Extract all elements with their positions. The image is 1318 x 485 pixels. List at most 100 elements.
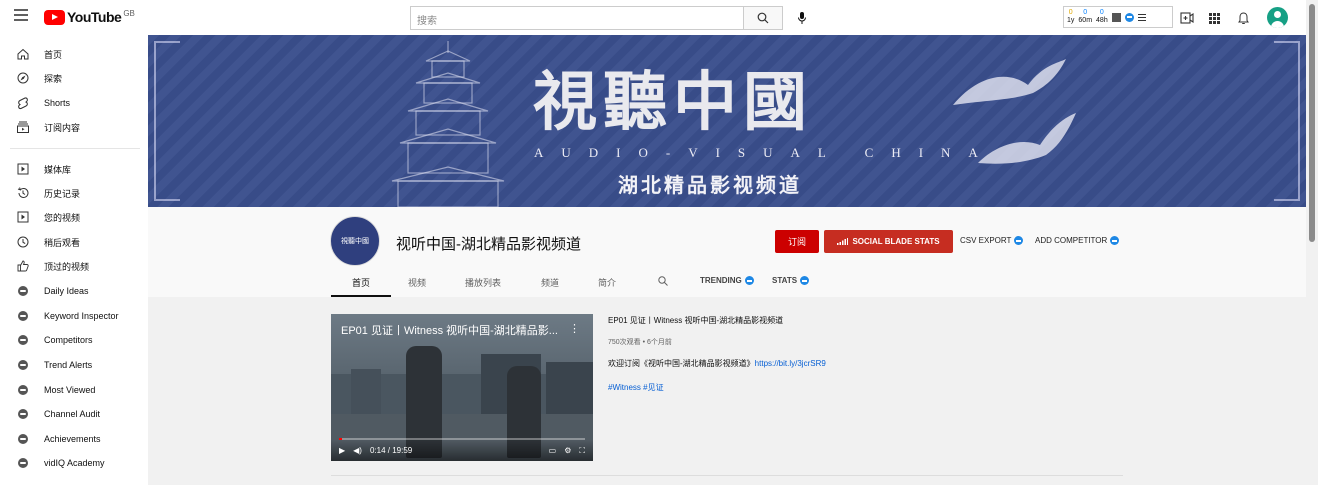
sidebar-item-your-videos[interactable]: 您的视频 [0,205,148,229]
sidebar-item-home[interactable]: 首页 [0,42,148,66]
featured-video-player[interactable]: EP01 见证丨Witness 视听中国-湖北精品影... ⋮ ▶ ◀) 0:1… [331,314,593,461]
video-overlay-title: EP01 见证丨Witness 视听中国-湖北精品影... [341,325,558,337]
vidiq-menu-icon[interactable] [1137,13,1146,21]
search-input[interactable]: 搜索 [410,6,744,30]
vidiq-stat-48h: 0 48h [1096,9,1108,24]
tab-about[interactable]: 简介 [598,276,616,289]
subscriptions-icon [16,120,30,134]
user-avatar[interactable] [1267,7,1288,28]
youtube-play-icon [44,9,65,25]
vidiq-panel-icon[interactable] [1111,12,1121,22]
channel-name: 视听中国-湖北精品影视频道 [396,236,581,253]
search-icon [757,12,769,24]
volume-icon[interactable]: ◀) [353,446,362,455]
sidebar-item-competitors[interactable]: Competitors [0,328,148,352]
vidiq-icon [16,358,30,372]
sidebar-item-trend-alerts[interactable]: Trend Alerts [0,353,148,377]
create-video-icon[interactable] [1177,8,1197,28]
watch-later-icon [16,235,30,249]
sidebar-item-label: 顶过的视频 [44,261,90,272]
top-bar: YouTube GB 搜索 0 1y 0 60m 0 48h [0,0,1318,35]
sidebar-item-library[interactable]: 媒体库 [0,157,148,181]
explore-icon [16,71,30,85]
sidebar-item-label: 探索 [44,73,63,84]
home-icon [16,47,30,61]
library-icon [16,162,30,176]
sidebar-item-label: vidIQ Academy [44,458,105,468]
scrollbar-thumb[interactable] [1309,4,1315,242]
vidiq-stat-1y: 0 1y [1067,9,1075,24]
sidebar-item-shorts[interactable]: Shorts [0,91,148,115]
sidebar-item-watch-later[interactable]: 稍后观看 [0,230,148,254]
banner-subtitle-cn: 湖北精品影视频道 [618,173,802,197]
sidebar-item-explore[interactable]: 探索 [0,66,148,90]
sidebar-item-label: Keyword Inspector [44,311,119,321]
tab-home[interactable]: 首页 [352,276,370,289]
sidebar-item-subscriptions[interactable]: 订阅内容 [0,115,148,139]
tab-search-icon[interactable] [658,276,668,288]
sidebar-item-channel-audit[interactable]: Channel Audit [0,402,148,426]
social-blade-label: SOCIAL BLADE STATS [852,237,940,246]
region-label: GB [123,8,135,18]
video-description-link[interactable]: https://bit.ly/3jcrSR9 [755,359,826,368]
sidebar-item-most-viewed[interactable]: Most Viewed [0,378,148,402]
sidebar-item-label: Most Viewed [44,385,96,395]
search-button[interactable] [743,6,783,30]
channel-avatar[interactable]: 視聽中國 [330,216,380,266]
sidebar-item-label: 首页 [44,49,63,60]
subtitles-icon[interactable]: ▭ [549,446,557,455]
tab-trending[interactable]: TRENDING [700,276,754,285]
video-title[interactable]: EP01 见证丨Witness 视听中国-湖北精品影视频道 [608,315,783,326]
settings-gear-icon[interactable]: ⚙ [564,446,571,455]
subscribe-button[interactable]: 订阅 [775,230,819,253]
vidiq-logo-icon[interactable] [1124,12,1134,22]
crane-illustration [978,113,1076,164]
video-description-text: 欢迎订阅《视听中国-湖北精品影视频道》 [608,359,755,368]
vidiq-icon [16,432,30,446]
csv-export-link[interactable]: CSV EXPORT [960,236,1024,245]
youtube-logo[interactable]: YouTube GB [44,9,135,25]
vidiq-icon [16,333,30,347]
sidebar-item-achievements[interactable]: Achievements [0,427,148,451]
tab-playlists[interactable]: 播放列表 [465,276,501,289]
banner-frame-right [1274,41,1300,201]
more-options-icon[interactable]: ⋮ [569,322,580,335]
tab-trending-label: TRENDING [700,276,742,285]
vidiq-toolbar[interactable]: 0 1y 0 60m 0 48h [1063,6,1173,28]
sidebar-item-vidiq-academy[interactable]: vidIQ Academy [0,451,148,475]
tab-videos[interactable]: 视频 [408,276,426,289]
your-videos-icon [16,210,30,224]
sidebar-item-label: 您的视频 [44,212,81,223]
voice-search-button[interactable] [790,6,814,30]
sidebar-item-label: Trend Alerts [44,360,93,370]
fullscreen-icon[interactable]: ⛶ [579,446,585,456]
vidiq-icon [800,276,810,285]
vidiq-stat-60m: 0 60m [1078,9,1093,24]
banner-frame-left [154,41,180,201]
sidebar-item-keyword-inspector[interactable]: Keyword Inspector [0,304,148,328]
microphone-icon [798,12,806,24]
sidebar-item-history[interactable]: 历史记录 [0,181,148,205]
apps-grid-icon[interactable] [1204,8,1224,28]
video-meta: 750次观看 • 6个月前 [608,339,672,346]
add-competitor-link[interactable]: ADD COMPETITOR [1035,236,1120,245]
history-icon [16,186,30,200]
tab-channels[interactable]: 频道 [541,276,559,289]
tab-stats[interactable]: STATS [772,276,810,285]
banner-title: 視聽中國 [533,65,813,140]
sidebar-item-liked-videos[interactable]: 顶过的视频 [0,254,148,278]
vidiq-icon [1110,236,1120,245]
sidebar-divider [10,148,140,149]
vidiq-icon [16,456,30,470]
page-scrollbar[interactable] [1306,0,1318,485]
sidebar-item-label: 媒体库 [44,164,72,175]
sidebar-item-label: 订阅内容 [44,122,81,133]
social-blade-stats-button[interactable]: SOCIAL BLADE STATS [824,230,953,253]
shorts-icon [16,96,30,110]
hamburger-menu-icon[interactable] [14,9,28,23]
video-hashtags[interactable]: #Witness #见证 [608,382,664,393]
add-competitor-label: ADD COMPETITOR [1035,236,1108,245]
play-icon[interactable]: ▶ [339,446,345,455]
banner-subtitle-en: AUDIO-VISUAL CHINA [534,145,996,160]
notifications-bell-icon[interactable] [1233,8,1253,28]
